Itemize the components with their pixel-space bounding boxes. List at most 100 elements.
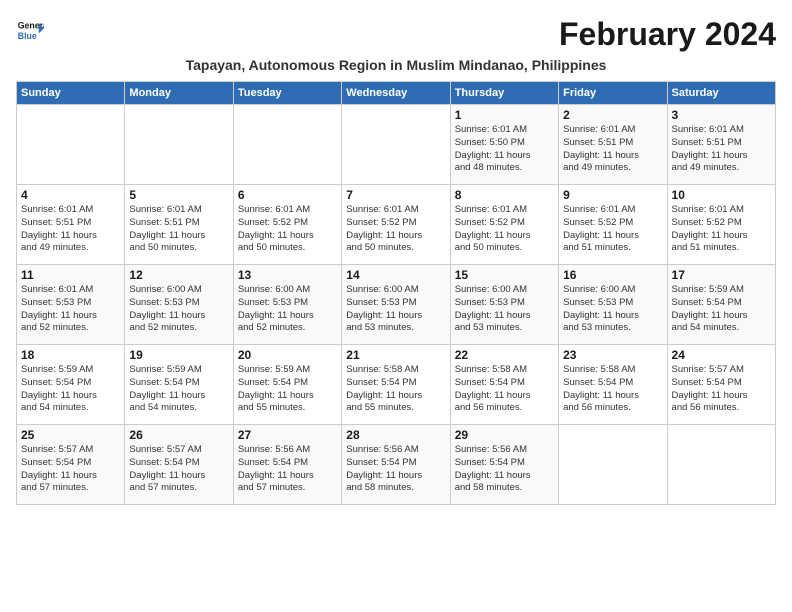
calendar-cell: 13Sunrise: 6:00 AM Sunset: 5:53 PM Dayli… bbox=[233, 265, 341, 345]
day-info: Sunrise: 5:57 AM Sunset: 5:54 PM Dayligh… bbox=[672, 364, 771, 415]
calendar-cell: 1Sunrise: 6:01 AM Sunset: 5:50 PM Daylig… bbox=[450, 105, 558, 185]
calendar-cell: 5 Sunrise: 6:01 AM Sunset: 5:51 PM Daylig… bbox=[125, 185, 233, 265]
calendar-cell: 9 Sunrise: 6:01 AM Sunset: 5:52 PM Daylig… bbox=[559, 185, 667, 265]
day-info: Sunrise: 6:01 AM Sunset: 5:52 PM Dayligh… bbox=[563, 204, 662, 255]
month-title-section: February 2024 bbox=[559, 16, 776, 53]
day-info: Sunrise: 6:00 AM Sunset: 5:53 PM Dayligh… bbox=[346, 284, 445, 335]
day-info: Sunrise: 5:57 AM Sunset: 5:54 PM Dayligh… bbox=[21, 444, 120, 495]
calendar-cell: 18 Sunrise: 5:59 AM Sunset: 5:54 PM Dayli… bbox=[17, 345, 125, 425]
day-info: Sunrise: 5:59 AM Sunset: 5:54 PM Dayligh… bbox=[672, 284, 771, 335]
calendar-cell bbox=[233, 105, 341, 185]
week-row-2: 4 Sunrise: 6:01 AM Sunset: 5:51 PM Daylig… bbox=[17, 185, 776, 265]
day-number: 5 bbox=[129, 188, 228, 202]
calendar-cell: 10 Sunrise: 6:01 AM Sunset: 5:52 PM Dayli… bbox=[667, 185, 775, 265]
day-info: Sunrise: 6:01 AM Sunset: 5:53 PM Dayligh… bbox=[21, 284, 120, 335]
location-title: Tapayan, Autonomous Region in Muslim Min… bbox=[16, 57, 776, 73]
day-info: Sunrise: 6:01 AM Sunset: 5:50 PM Dayligh… bbox=[455, 124, 554, 175]
calendar-cell: 8 Sunrise: 6:01 AM Sunset: 5:52 PM Daylig… bbox=[450, 185, 558, 265]
calendar-cell bbox=[125, 105, 233, 185]
day-info: Sunrise: 5:58 AM Sunset: 5:54 PM Dayligh… bbox=[455, 364, 554, 415]
calendar-cell: 26 Sunrise: 5:57 AM Sunset: 5:54 PM Dayli… bbox=[125, 425, 233, 505]
day-number: 9 bbox=[563, 188, 662, 202]
day-number: 17 bbox=[672, 268, 771, 282]
day-number: 7 bbox=[346, 188, 445, 202]
day-info: Sunrise: 5:58 AM Sunset: 5:54 PM Dayligh… bbox=[563, 364, 662, 415]
day-info: Sunrise: 5:59 AM Sunset: 5:54 PM Dayligh… bbox=[21, 364, 120, 415]
day-info: Sunrise: 5:56 AM Sunset: 5:54 PM Dayligh… bbox=[238, 444, 337, 495]
day-number: 21 bbox=[346, 348, 445, 362]
day-info: Sunrise: 5:58 AM Sunset: 5:54 PM Dayligh… bbox=[346, 364, 445, 415]
calendar-cell: 2 Sunrise: 6:01 AM Sunset: 5:51 PM Daylig… bbox=[559, 105, 667, 185]
calendar-cell: 15 Sunrise: 6:00 AM Sunset: 5:53 PM Dayli… bbox=[450, 265, 558, 345]
day-number: 4 bbox=[21, 188, 120, 202]
day-info: Sunrise: 6:00 AM Sunset: 5:53 PM Dayligh… bbox=[238, 284, 337, 335]
day-info: Sunrise: 6:01 AM Sunset: 5:52 PM Dayligh… bbox=[238, 204, 337, 255]
day-number: 26 bbox=[129, 428, 228, 442]
day-info: Sunrise: 5:59 AM Sunset: 5:54 PM Dayligh… bbox=[129, 364, 228, 415]
calendar-cell: 28Sunrise: 5:56 AM Sunset: 5:54 PM Dayli… bbox=[342, 425, 450, 505]
week-row-3: 11 Sunrise: 6:01 AM Sunset: 5:53 PM Dayli… bbox=[17, 265, 776, 345]
day-info: Sunrise: 6:01 AM Sunset: 5:51 PM Dayligh… bbox=[129, 204, 228, 255]
calendar-cell: 12Sunrise: 6:00 AM Sunset: 5:53 PM Dayli… bbox=[125, 265, 233, 345]
day-number: 28 bbox=[346, 428, 445, 442]
calendar-cell: 24 Sunrise: 5:57 AM Sunset: 5:54 PM Dayli… bbox=[667, 345, 775, 425]
calendar-cell: 6 Sunrise: 6:01 AM Sunset: 5:52 PM Daylig… bbox=[233, 185, 341, 265]
day-info: Sunrise: 6:01 AM Sunset: 5:51 PM Dayligh… bbox=[563, 124, 662, 175]
day-number: 10 bbox=[672, 188, 771, 202]
weekday-header-tuesday: Tuesday bbox=[233, 82, 341, 105]
day-info: Sunrise: 5:57 AM Sunset: 5:54 PM Dayligh… bbox=[129, 444, 228, 495]
weekday-header-row: SundayMondayTuesdayWednesdayThursdayFrid… bbox=[17, 82, 776, 105]
day-info: Sunrise: 6:00 AM Sunset: 5:53 PM Dayligh… bbox=[563, 284, 662, 335]
calendar-cell: 3 Sunrise: 6:01 AM Sunset: 5:51 PM Daylig… bbox=[667, 105, 775, 185]
day-number: 11 bbox=[21, 268, 120, 282]
day-info: Sunrise: 5:59 AM Sunset: 5:54 PM Dayligh… bbox=[238, 364, 337, 415]
day-number: 22 bbox=[455, 348, 554, 362]
day-number: 29 bbox=[455, 428, 554, 442]
week-row-1: 1Sunrise: 6:01 AM Sunset: 5:50 PM Daylig… bbox=[17, 105, 776, 185]
day-number: 20 bbox=[238, 348, 337, 362]
calendar-cell: 27 Sunrise: 5:56 AM Sunset: 5:54 PM Dayli… bbox=[233, 425, 341, 505]
day-info: Sunrise: 6:01 AM Sunset: 5:52 PM Dayligh… bbox=[346, 204, 445, 255]
calendar-cell: 17 Sunrise: 5:59 AM Sunset: 5:54 PM Dayli… bbox=[667, 265, 775, 345]
day-number: 18 bbox=[21, 348, 120, 362]
calendar-cell: 22 Sunrise: 5:58 AM Sunset: 5:54 PM Dayli… bbox=[450, 345, 558, 425]
day-number: 2 bbox=[563, 108, 662, 122]
calendar-cell bbox=[559, 425, 667, 505]
weekday-header-friday: Friday bbox=[559, 82, 667, 105]
weekday-header-wednesday: Wednesday bbox=[342, 82, 450, 105]
month-title: February 2024 bbox=[559, 16, 776, 53]
day-info: Sunrise: 6:01 AM Sunset: 5:52 PM Dayligh… bbox=[672, 204, 771, 255]
day-number: 3 bbox=[672, 108, 771, 122]
calendar-cell: 14 Sunrise: 6:00 AM Sunset: 5:53 PM Dayli… bbox=[342, 265, 450, 345]
calendar-cell: 11 Sunrise: 6:01 AM Sunset: 5:53 PM Dayli… bbox=[17, 265, 125, 345]
day-number: 16 bbox=[563, 268, 662, 282]
calendar-cell: 19Sunrise: 5:59 AM Sunset: 5:54 PM Dayli… bbox=[125, 345, 233, 425]
day-number: 25 bbox=[21, 428, 120, 442]
day-number: 23 bbox=[563, 348, 662, 362]
calendar-cell: 4 Sunrise: 6:01 AM Sunset: 5:51 PM Daylig… bbox=[17, 185, 125, 265]
day-number: 15 bbox=[455, 268, 554, 282]
day-info: Sunrise: 5:56 AM Sunset: 5:54 PM Dayligh… bbox=[455, 444, 554, 495]
day-number: 27 bbox=[238, 428, 337, 442]
logo-icon: General Blue bbox=[16, 16, 44, 44]
calendar-cell: 25 Sunrise: 5:57 AM Sunset: 5:54 PM Dayli… bbox=[17, 425, 125, 505]
calendar-cell: 20 Sunrise: 5:59 AM Sunset: 5:54 PM Dayli… bbox=[233, 345, 341, 425]
calendar-cell bbox=[667, 425, 775, 505]
day-number: 8 bbox=[455, 188, 554, 202]
calendar-cell: 23 Sunrise: 5:58 AM Sunset: 5:54 PM Dayli… bbox=[559, 345, 667, 425]
day-info: Sunrise: 6:01 AM Sunset: 5:51 PM Dayligh… bbox=[21, 204, 120, 255]
calendar-cell bbox=[342, 105, 450, 185]
day-info: Sunrise: 6:01 AM Sunset: 5:51 PM Dayligh… bbox=[672, 124, 771, 175]
week-row-5: 25 Sunrise: 5:57 AM Sunset: 5:54 PM Dayli… bbox=[17, 425, 776, 505]
calendar-cell: 21 Sunrise: 5:58 AM Sunset: 5:54 PM Dayli… bbox=[342, 345, 450, 425]
day-info: Sunrise: 6:01 AM Sunset: 5:52 PM Dayligh… bbox=[455, 204, 554, 255]
calendar-cell bbox=[17, 105, 125, 185]
weekday-header-monday: Monday bbox=[125, 82, 233, 105]
day-number: 6 bbox=[238, 188, 337, 202]
calendar-cell: 29 Sunrise: 5:56 AM Sunset: 5:54 PM Dayli… bbox=[450, 425, 558, 505]
calendar-cell: 7 Sunrise: 6:01 AM Sunset: 5:52 PM Daylig… bbox=[342, 185, 450, 265]
day-number: 24 bbox=[672, 348, 771, 362]
day-info: Sunrise: 6:00 AM Sunset: 5:53 PM Dayligh… bbox=[455, 284, 554, 335]
svg-text:Blue: Blue bbox=[18, 31, 37, 41]
day-number: 14 bbox=[346, 268, 445, 282]
